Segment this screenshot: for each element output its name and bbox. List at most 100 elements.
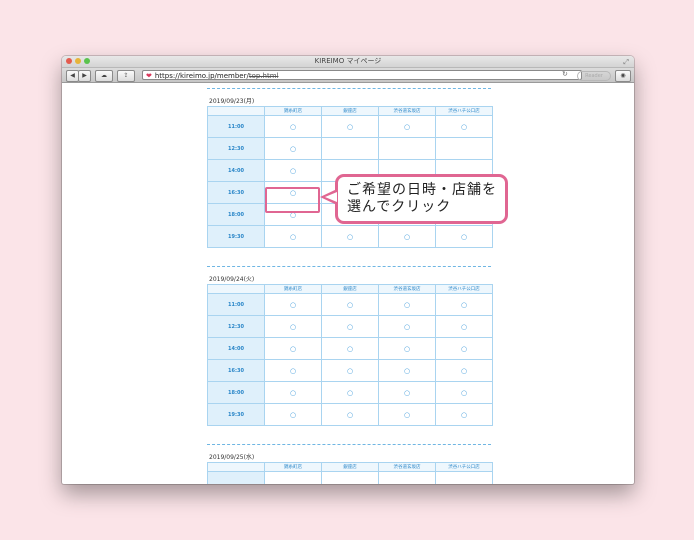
slot-cell[interactable]: ○ (264, 225, 322, 248)
time-cell (207, 471, 265, 484)
table-row: 11:00 ○ ○ ○ ○ (207, 293, 493, 316)
slot-cell[interactable]: ○ (321, 293, 379, 316)
download-icon: ◉ (620, 72, 626, 79)
column-header: 渋谷道玄坂店 (378, 462, 436, 472)
slot-cell[interactable]: ○ (378, 115, 436, 138)
slot-cell[interactable]: ○ (264, 137, 322, 160)
slot-cell[interactable]: ○ (264, 381, 322, 404)
fullscreen-icon[interactable]: ⤢ (623, 57, 629, 68)
browser-window: KIREIMO マイページ ⤢ ◀ ▶ ☁ ⇪ ❤ https://kireimo… (62, 56, 634, 484)
callout-text: ご希望の日時・店舗を 選んでクリック (347, 182, 507, 216)
address-bar[interactable]: ❤ https://kireimo.jp/member/top.html (142, 70, 582, 80)
slot-cell[interactable]: ○ (378, 225, 436, 248)
table-row: 16:30 ○ ○ ○ ○ (207, 359, 493, 382)
column-header: 銀座店 (321, 462, 379, 472)
slot-cell[interactable] (321, 137, 379, 160)
slot-cell[interactable]: ○ (264, 337, 322, 360)
slot-cell[interactable] (378, 137, 436, 160)
slot-cell[interactable]: ○ (321, 359, 379, 382)
slot-cell[interactable]: ○ (264, 293, 322, 316)
slot-cell[interactable]: ○ (321, 115, 379, 138)
time-cell: 14:00 (207, 337, 265, 360)
forward-button[interactable]: ▶ (78, 70, 91, 82)
window-title: KIREIMO マイページ (314, 57, 382, 65)
site-favicon-icon: ❤ (146, 72, 152, 80)
slot-cell[interactable]: ○ (435, 381, 493, 404)
reader-button[interactable]: Reader (577, 71, 611, 81)
time-cell: 12:30 (207, 315, 265, 338)
table-row: 19:30 ○ ○ ○ ○ (207, 225, 493, 248)
slot-cell[interactable]: ○ (435, 337, 493, 360)
slot-cell[interactable]: ○ (321, 225, 379, 248)
slot-cell[interactable]: ○ (321, 337, 379, 360)
date-heading: 2019/09/23(月) (209, 98, 255, 105)
url-prefix: https://kireimo.jp/member/ (154, 72, 249, 80)
time-cell: 11:00 (207, 115, 265, 138)
slot-cell[interactable]: ○ (378, 337, 436, 360)
column-header: 銀座店 (321, 106, 379, 116)
time-cell: 19:30 (207, 225, 265, 248)
slot-cell[interactable]: ○ (435, 359, 493, 382)
column-header: 錦糸町店 (264, 284, 322, 294)
table-row: 11:00 ○ ○ ○ ○ (207, 115, 493, 138)
slot-cell[interactable]: ○ (378, 381, 436, 404)
slot-cell[interactable]: ○ (378, 403, 436, 426)
table-row: 19:30 ○ ○ ○ ○ (207, 403, 493, 426)
slot-cell[interactable]: ○ (378, 359, 436, 382)
time-cell: 14:00 (207, 159, 265, 182)
table-row (207, 471, 493, 484)
reload-icon[interactable]: ↻ (562, 70, 568, 78)
slot-cell[interactable]: ○ (435, 115, 493, 138)
cloud-tabs-button[interactable]: ☁ (95, 70, 113, 82)
slot-cell[interactable]: ○ (435, 315, 493, 338)
close-window-icon[interactable] (66, 58, 72, 64)
column-header: 渋谷道玄坂店 (378, 284, 436, 294)
slot-cell[interactable] (378, 471, 436, 484)
browser-toolbar: ◀ ▶ ☁ ⇪ ❤ https://kireimo.jp/member/top.h… (62, 68, 634, 83)
table-row: 12:30 ○ ○ ○ ○ (207, 315, 493, 338)
table-row: 14:00 ○ ○ ○ ○ (207, 337, 493, 360)
time-cell: 16:30 (207, 181, 265, 204)
slot-cell[interactable]: ○ (378, 315, 436, 338)
table-row: 12:30 ○ (207, 137, 493, 160)
minimize-window-icon[interactable] (75, 58, 81, 64)
slot-cell[interactable] (435, 137, 493, 160)
time-cell: 16:30 (207, 359, 265, 382)
schedule-table: 錦糸町店 銀座店 渋谷道玄坂店 渋谷ハチ公口店 (207, 462, 493, 484)
slot-cell[interactable]: ○ (435, 225, 493, 248)
cloud-icon: ☁ (101, 72, 107, 79)
slot-cell[interactable]: ○ (378, 293, 436, 316)
zoom-window-icon[interactable] (84, 58, 90, 64)
column-header: 渋谷ハチ公口店 (435, 284, 493, 294)
time-cell: 18:00 (207, 203, 265, 226)
slot-cell[interactable]: ○ (435, 403, 493, 426)
schedule-table: 錦糸町店 銀座店 渋谷道玄坂店 渋谷ハチ公口店 11:00 ○ ○ ○ ○ 12… (207, 284, 493, 426)
time-cell: 11:00 (207, 293, 265, 316)
slot-cell[interactable]: ○ (321, 403, 379, 426)
slot-cell[interactable] (321, 471, 379, 484)
slot-cell[interactable]: ○ (264, 359, 322, 382)
column-header: 渋谷ハチ公口店 (435, 106, 493, 116)
slot-cell[interactable]: ○ (264, 115, 322, 138)
downloads-button[interactable]: ◉ (615, 70, 631, 82)
column-header: 錦糸町店 (264, 462, 322, 472)
slot-cell[interactable]: ○ (264, 315, 322, 338)
slot-cell[interactable]: ○ (435, 293, 493, 316)
title-bar: KIREIMO マイページ ⤢ (62, 56, 634, 68)
section-divider (207, 444, 491, 445)
slot-cell-selected[interactable]: ○ (264, 159, 322, 182)
date-heading: 2019/09/24(火) (209, 276, 255, 283)
callout-line-2: 選んでクリック (347, 199, 452, 215)
slot-cell[interactable]: ○ (264, 403, 322, 426)
date-heading: 2019/09/25(水) (209, 454, 255, 461)
selected-slot-highlight (265, 187, 320, 213)
slot-cell[interactable]: ○ (321, 381, 379, 404)
slot-cell[interactable]: ○ (321, 315, 379, 338)
callout-line-1: ご希望の日時・店舗を (347, 182, 497, 198)
column-header (207, 284, 265, 294)
share-button[interactable]: ⇪ (117, 70, 135, 82)
column-header: 銀座店 (321, 284, 379, 294)
slot-cell[interactable] (264, 471, 322, 484)
section-divider (207, 266, 491, 267)
slot-cell[interactable] (435, 471, 493, 484)
